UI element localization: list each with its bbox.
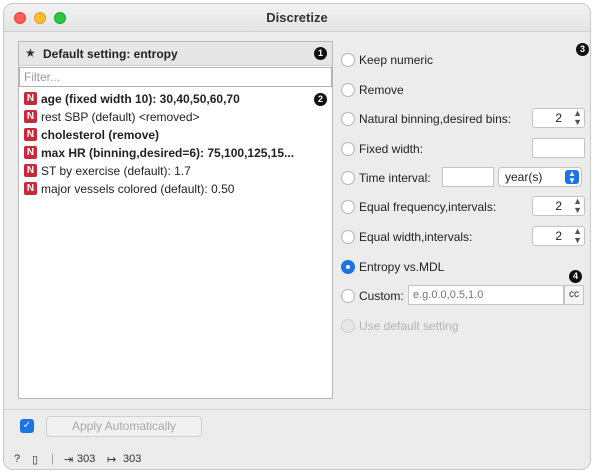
variable-label: max HR (binning,desired=6): 75,100,125,1… (41, 146, 295, 160)
remove-radio[interactable] (341, 83, 355, 97)
equal-frequency-spinbox[interactable]: 2 ▲ ▼ (532, 196, 585, 216)
variable-label: cholesterol (remove) (41, 128, 160, 142)
natural-bins-spinbox[interactable]: 2 ▲ ▼ (532, 108, 585, 128)
discretize-window: Discretize ★ Default setting: entropy 1 … (3, 3, 591, 470)
filter-input[interactable] (19, 67, 332, 87)
use-default-radio (341, 319, 355, 333)
discretization-options-panel: 3 Keep numeric Remove Natural binning,de… (333, 41, 590, 399)
chevron-up-down-icon: ▲ ▼ (565, 170, 579, 185)
variable-list-panel: ★ Default setting: entropy 1 N age (fixe… (18, 41, 333, 399)
status-separator: | (51, 453, 54, 465)
list-item[interactable]: N age (fixed width 10): 30,40,50,60,70 2 (19, 90, 332, 108)
window-title: Discretize (266, 10, 328, 25)
time-interval-radio[interactable] (341, 171, 355, 185)
title-bar: Discretize (4, 4, 590, 32)
fixed-width-label: Fixed width: (359, 142, 424, 156)
spinner-arrows-icon[interactable]: ▲ ▼ (573, 109, 582, 127)
output-count: 303 (123, 453, 142, 465)
report-icon[interactable]: ▯ (32, 453, 38, 466)
variable-label: age (fixed width 10): 30,40,50,60,70 (41, 92, 240, 106)
list-item[interactable]: N max HR (binning,desired=6): 75,100,125… (19, 144, 332, 162)
keep-numeric-label: Keep numeric (359, 53, 434, 67)
status-bar: ? ▯ | ⇥ 303 ↦ 303 (4, 449, 590, 469)
input-count: 303 (77, 453, 96, 465)
default-setting-label: Default setting: entropy (43, 47, 178, 61)
callout-badge-2: 2 (314, 93, 327, 106)
list-item[interactable]: N cholesterol (remove) (19, 126, 332, 144)
variable-label: ST by exercise (default): 1.7 (41, 164, 191, 178)
apply-automatically-checkbox[interactable]: ✓ (20, 419, 34, 433)
footer-divider (4, 409, 590, 410)
help-icon[interactable]: ? (14, 453, 20, 465)
custom-radio[interactable] (341, 289, 355, 303)
numeric-variable-icon: N (24, 110, 37, 123)
natural-bins-value: 2 (555, 111, 562, 125)
numeric-variable-icon: N (24, 164, 37, 177)
apply-button[interactable]: Apply Automatically (46, 416, 202, 437)
fixed-width-input[interactable] (532, 138, 585, 158)
spinner-arrows-icon[interactable]: ▲ ▼ (573, 197, 582, 215)
use-default-label: Use default setting (359, 319, 459, 333)
natural-binning-radio[interactable] (341, 112, 355, 126)
numeric-variable-icon: N (24, 182, 37, 195)
equal-frequency-label: Equal frequency,intervals: (359, 200, 497, 214)
time-unit-select[interactable]: year(s) ▲ ▼ (498, 167, 582, 187)
spinner-arrows-icon[interactable]: ▲ ▼ (573, 227, 582, 245)
remove-label: Remove (359, 83, 404, 97)
time-interval-label: Time interval: (359, 171, 431, 185)
keep-numeric-radio[interactable] (341, 53, 355, 67)
time-unit-value: year(s) (505, 170, 543, 184)
default-setting-row[interactable]: ★ Default setting: entropy 1 (19, 42, 332, 66)
input-data-icon: ⇥ (64, 454, 74, 466)
natural-binning-label: Natural binning,desired bins: (359, 112, 512, 126)
list-item[interactable]: N ST by exercise (default): 1.7 (19, 162, 332, 180)
numeric-variable-icon: N (24, 92, 37, 105)
output-data-icon: ↦ (107, 454, 117, 466)
variable-label: rest SBP (default) <removed> (41, 110, 200, 124)
star-icon: ★ (25, 46, 36, 60)
equal-frequency-value: 2 (555, 199, 562, 213)
list-item[interactable]: N major vessels colored (default): 0.50 (19, 180, 332, 198)
callout-badge-3: 3 (576, 43, 589, 56)
variable-label: major vessels colored (default): 0.50 (41, 182, 235, 196)
equal-width-value: 2 (555, 229, 562, 243)
equal-width-label: Equal width,intervals: (359, 230, 473, 244)
numeric-variable-icon: N (24, 128, 37, 141)
copy-cutoffs-button[interactable]: cc (564, 285, 584, 305)
time-interval-input[interactable] (442, 167, 494, 187)
equal-frequency-radio[interactable] (341, 200, 355, 214)
numeric-variable-icon: N (24, 146, 37, 159)
callout-badge-4: 4 (569, 270, 582, 283)
list-item[interactable]: N rest SBP (default) <removed> (19, 108, 332, 126)
custom-cutoffs-input[interactable] (408, 285, 564, 305)
variable-list: N age (fixed width 10): 30,40,50,60,70 2… (19, 90, 332, 198)
entropy-mdl-label: Entropy vs.MDL (359, 260, 445, 274)
fixed-width-radio[interactable] (341, 142, 355, 156)
callout-badge-1: 1 (314, 47, 327, 60)
custom-label: Custom: (359, 289, 404, 303)
equal-width-radio[interactable] (341, 230, 355, 244)
equal-width-spinbox[interactable]: 2 ▲ ▼ (532, 226, 585, 246)
entropy-mdl-radio[interactable] (341, 260, 355, 274)
